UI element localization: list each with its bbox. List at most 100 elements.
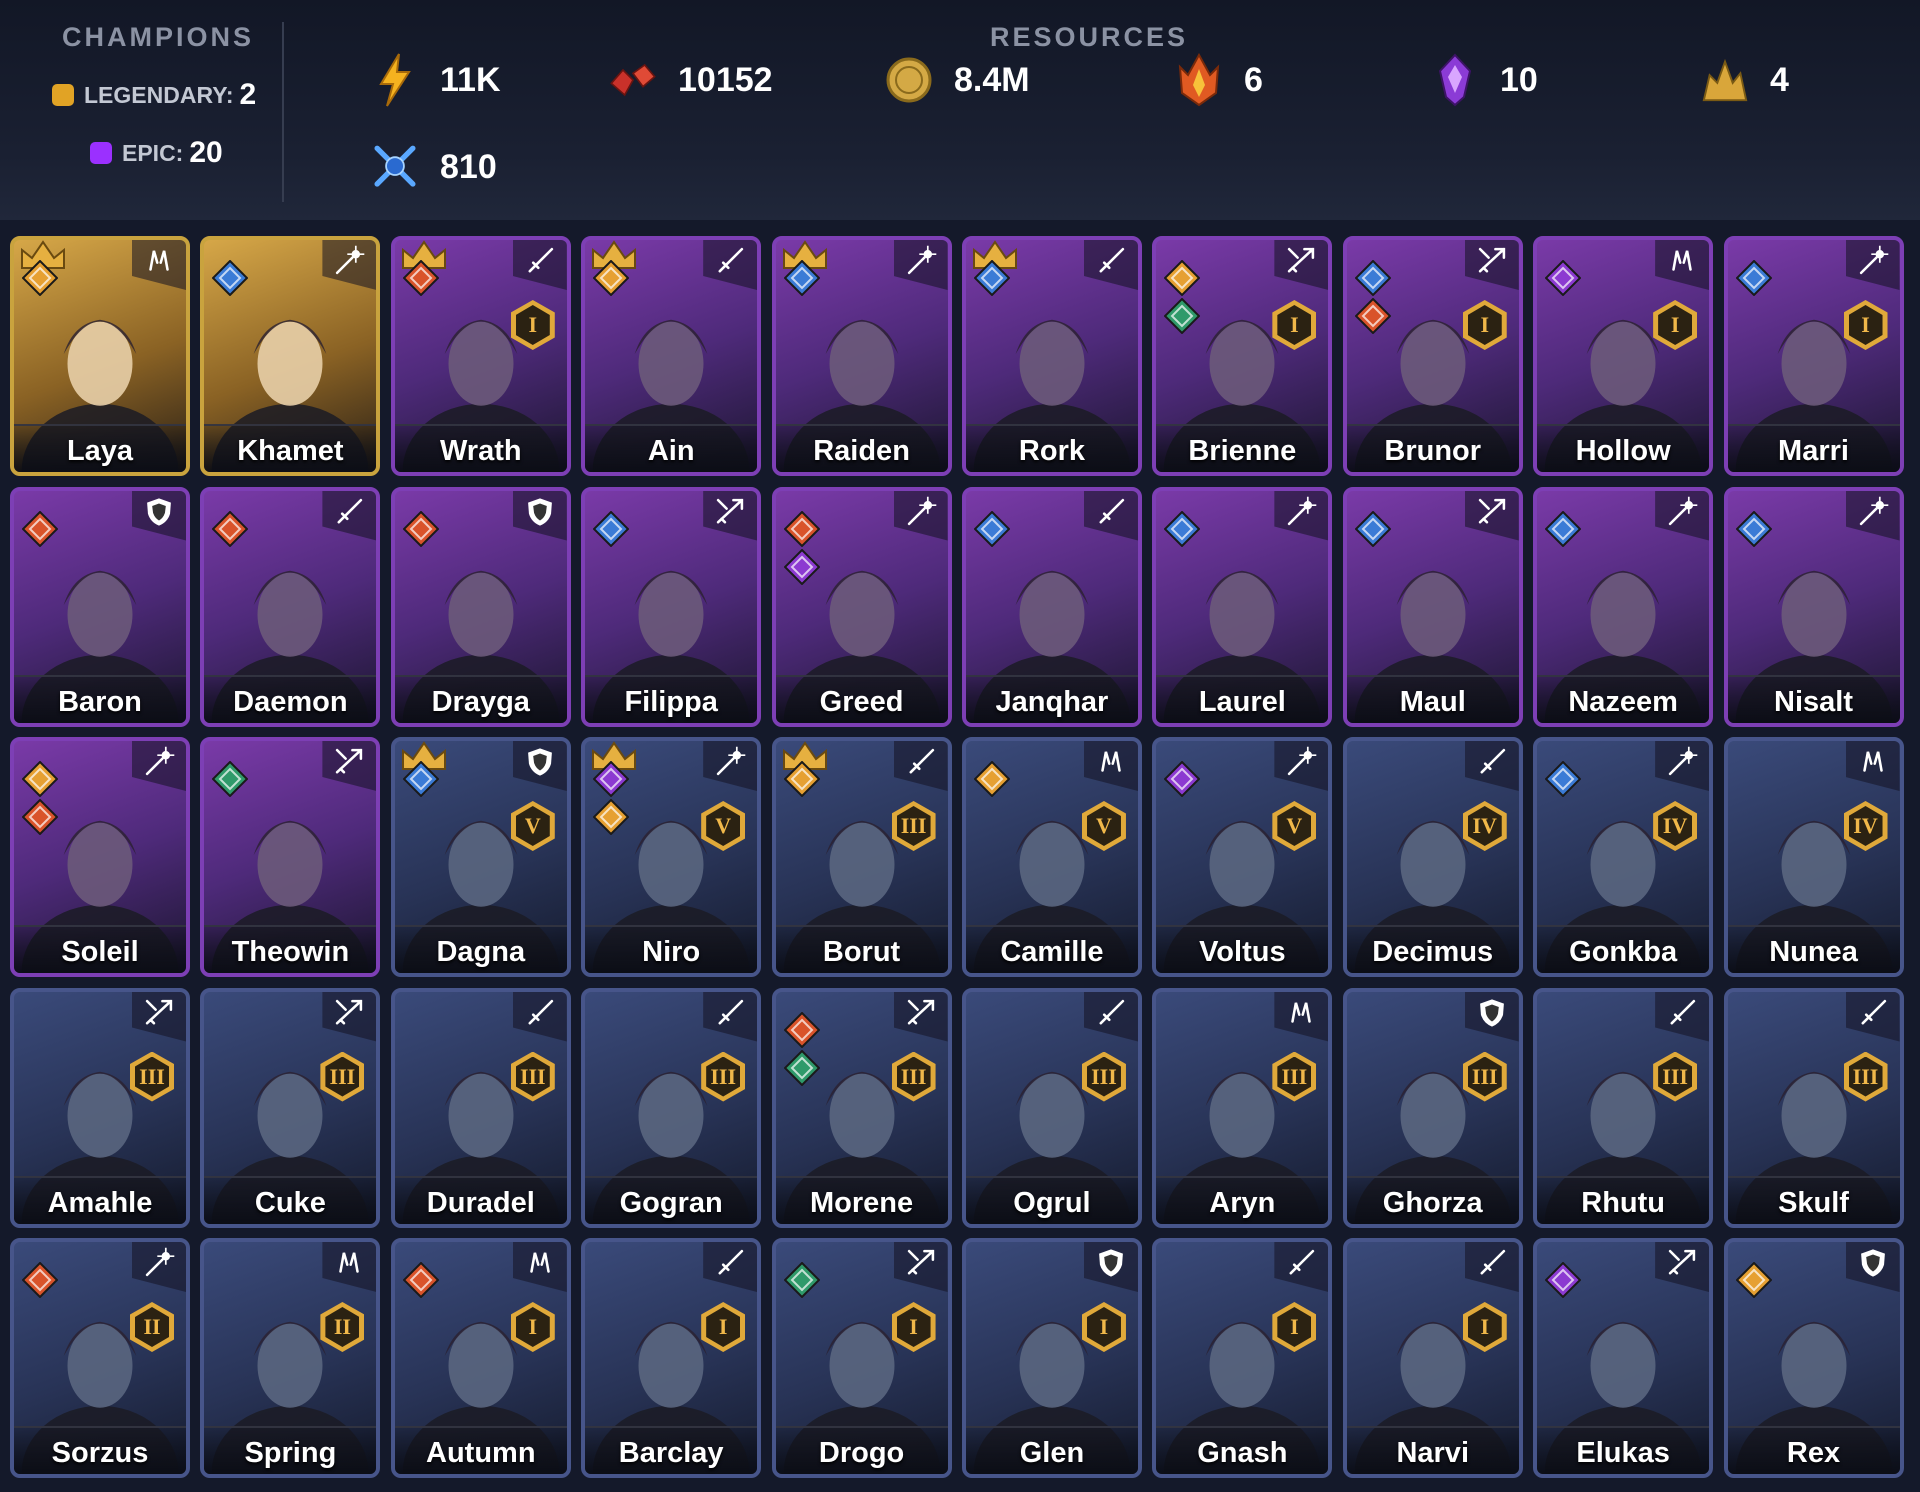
rank-numeral: III: [1471, 1063, 1498, 1089]
champion-card[interactable]: V Voltus: [1152, 737, 1333, 977]
rank-numeral: IV: [1472, 813, 1497, 838]
champion-card[interactable]: I Drogo: [771, 1238, 952, 1478]
fire-shard-icon: [1174, 53, 1224, 107]
champion-card[interactable]: Khamet: [200, 236, 381, 476]
champion-card[interactable]: Rex: [1723, 1238, 1904, 1478]
rank-numeral: I: [1670, 312, 1680, 337]
rank-numeral: I: [1290, 1314, 1299, 1339]
champion-card[interactable]: Nisalt: [1723, 486, 1904, 727]
champion-card[interactable]: I Narvi: [1342, 1238, 1523, 1478]
champion-name: Rhutu: [1581, 1186, 1665, 1219]
champion-name: Marri: [1778, 435, 1849, 467]
champion-card[interactable]: V Niro: [581, 737, 762, 977]
champion-name: Rork: [1018, 435, 1085, 467]
champion-card[interactable]: II Sorzus: [10, 1238, 190, 1478]
champion-card[interactable]: III Amahle: [10, 987, 190, 1228]
magic-affinity-icon: [1735, 259, 1772, 297]
champion-name: Laurel: [1198, 685, 1286, 718]
resource-gold[interactable]: 8.4M: [884, 55, 1030, 105]
spirit-affinity-icon: [1163, 297, 1201, 335]
champion-card[interactable]: III Aryn: [1152, 987, 1333, 1228]
force-affinity-icon: [21, 1261, 59, 1299]
champion-card[interactable]: Drayga: [390, 486, 571, 727]
void-affinity-icon: [783, 548, 820, 585]
champion-card[interactable]: Soleil: [10, 737, 190, 977]
magic-affinity-icon: [1354, 259, 1392, 297]
champions-title: CHAMPIONS: [62, 22, 255, 52]
champion-name: Barclay: [618, 1437, 724, 1469]
champion-card[interactable]: I Wrath: [390, 236, 571, 476]
champion-card[interactable]: V Camille: [961, 737, 1142, 977]
resource-gold-pile[interactable]: 4: [1700, 55, 1789, 105]
champion-card[interactable]: IV Nunea: [1723, 737, 1904, 977]
champion-card[interactable]: Laya: [10, 236, 190, 476]
resource-energy[interactable]: 11K: [370, 53, 501, 107]
champion-name: Skulf: [1778, 1186, 1849, 1219]
champion-card[interactable]: III Ogrul: [961, 987, 1142, 1228]
rank-numeral: I: [1861, 312, 1870, 337]
spirit-affinity-icon: [211, 760, 249, 798]
champion-card[interactable]: III Borut: [771, 737, 952, 977]
light-affinity-icon: [1163, 259, 1201, 297]
champion-card[interactable]: I Barclay: [581, 1238, 762, 1478]
resource-fire-shard[interactable]: 6: [1174, 53, 1263, 107]
rank-numeral: V: [1286, 813, 1303, 838]
void-shard-icon: [1430, 53, 1480, 107]
resource-rubies[interactable]: 10152: [608, 55, 773, 105]
champion-card[interactable]: Baron: [10, 486, 190, 727]
champion-card[interactable]: Janqhar: [961, 486, 1142, 727]
champion-card[interactable]: III Gogran: [581, 987, 762, 1228]
champion-card[interactable]: Rork: [961, 236, 1142, 476]
champion-card[interactable]: Filippa: [581, 486, 762, 727]
champion-name: Sorzus: [51, 1437, 149, 1469]
legendary-count: 2: [239, 78, 257, 111]
champion-card[interactable]: I Brunor: [1342, 236, 1523, 476]
champion-card[interactable]: Theowin: [200, 737, 381, 977]
champion-card[interactable]: III Skulf: [1723, 987, 1904, 1228]
champion-card[interactable]: I Hollow: [1533, 236, 1714, 476]
gold-coin-icon: [884, 55, 934, 105]
magic-affinity-icon: [211, 259, 249, 297]
champion-card[interactable]: I Brienne: [1152, 236, 1333, 476]
champion-card[interactable]: IV Gonkba: [1533, 737, 1714, 977]
champion-card[interactable]: III Rhutu: [1533, 987, 1714, 1228]
champion-card[interactable]: Nazeem: [1533, 486, 1714, 727]
magic-affinity-icon: [973, 259, 1011, 297]
magic-affinity-icon: [592, 510, 630, 547]
champion-name: Nunea: [1769, 936, 1858, 968]
champion-card[interactable]: Ain: [581, 236, 762, 476]
resource-void-shard[interactable]: 10: [1430, 53, 1538, 107]
champion-name: Glen: [1019, 1437, 1085, 1469]
champion-card[interactable]: III Duradel: [390, 987, 571, 1228]
magic-affinity-icon: [1544, 760, 1582, 798]
champion-card[interactable]: Laurel: [1152, 486, 1333, 727]
champion-name: Decimus: [1372, 936, 1494, 968]
champion-card[interactable]: Elukas: [1533, 1238, 1714, 1478]
champion-card[interactable]: Greed: [771, 486, 952, 727]
champion-card[interactable]: Daemon: [200, 486, 381, 727]
arena-token-icon: [370, 142, 420, 192]
champion-name: Rex: [1786, 1437, 1841, 1469]
champion-card[interactable]: Raiden: [771, 236, 952, 476]
champion-name: Autumn: [426, 1437, 536, 1469]
rank-numeral: II: [143, 1314, 161, 1339]
champion-card[interactable]: II Spring: [200, 1238, 381, 1478]
champion-card[interactable]: I Gnash: [1152, 1238, 1333, 1478]
champion-card[interactable]: IV Decimus: [1342, 737, 1523, 977]
champion-card[interactable]: I Autumn: [390, 1238, 571, 1478]
champion-grid: Laya Khamet I Wrath Ain Raiden Rork I Brienne I Br…: [10, 236, 1910, 1478]
champion-name: Borut: [822, 936, 901, 968]
epic-dot-icon: [90, 142, 112, 164]
champion-card[interactable]: V Dagna: [390, 737, 571, 977]
champion-card[interactable]: III Cuke: [200, 987, 381, 1228]
champion-card[interactable]: III Ghorza: [1342, 987, 1523, 1228]
magic-affinity-icon: [783, 259, 820, 297]
champion-card[interactable]: III Morene: [771, 987, 952, 1228]
champion-card[interactable]: I Marri: [1723, 236, 1904, 476]
champion-card[interactable]: I Glen: [961, 1238, 1142, 1478]
spirit-affinity-icon: [783, 1261, 820, 1299]
champion-name: Filippa: [624, 685, 718, 718]
champion-card[interactable]: Maul: [1342, 486, 1523, 727]
resource-arena-token[interactable]: 810: [370, 142, 497, 192]
rank-numeral: III: [1281, 1063, 1308, 1089]
